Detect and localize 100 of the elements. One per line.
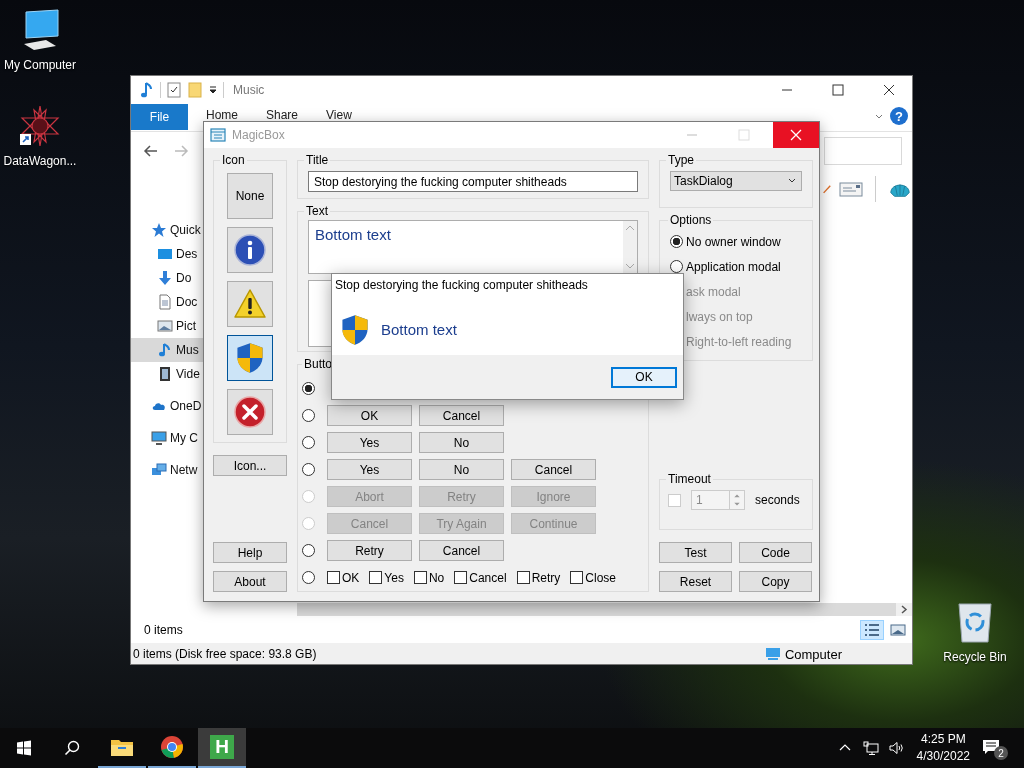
checkbox-label[interactable]: Retry [531,570,561,585]
status-text: 0 items (Disk free space: 93.8 GB) [133,647,317,661]
window-title: MagicBox [232,128,285,142]
desktop-icon-label[interactable]: DataWagon... [3,154,77,168]
preview-button[interactable]: Yes [327,432,412,453]
preview-button[interactable]: No [419,459,504,480]
shield-icon [341,313,369,346]
title-field[interactable]: Stop destorying the fucking computer shitheads [308,171,638,192]
radio-button[interactable] [302,544,315,557]
text-area[interactable]: Bottom text [308,220,638,274]
radio-button[interactable] [302,463,315,476]
speaker-icon[interactable] [888,740,905,756]
side-button[interactable]: About [213,571,287,592]
nav-item[interactable]: Pict [131,314,203,338]
radio-button[interactable] [302,436,315,449]
checkbox[interactable] [570,571,584,584]
radio-button[interactable] [670,260,683,273]
nav-item[interactable]: Vide [131,362,203,386]
window-app-icon [210,127,226,143]
preview-button[interactable]: Cancel [419,540,504,561]
dialog-title: Stop destorying the fucking computer shitheads [334,277,589,294]
icon-option-button[interactable] [227,227,273,273]
back-arrow-icon[interactable] [143,143,159,159]
nav-item[interactable]: My C [131,426,203,450]
action-button[interactable]: Test [659,542,732,563]
preview-button[interactable]: Cancel [511,459,596,480]
radio-button[interactable] [302,571,315,584]
starburst-shortcut-icon[interactable] [18,104,62,148]
caret-icon[interactable] [208,85,218,95]
checkbox[interactable] [454,571,468,584]
side-button[interactable]: Help [213,542,287,563]
clock-button[interactable]: 4:25 PM 4/30/2022 [916,731,970,765]
preview-button[interactable]: Cancel [419,405,504,426]
text-value: Bottom text [315,226,391,243]
nav-item[interactable]: Des [131,242,203,266]
window-title: Music [233,83,265,97]
ribbon-tab[interactable]: Share [248,104,299,122]
preview-button[interactable]: OK [327,405,412,426]
scrollbar-arrows-icon[interactable] [623,221,637,273]
nav-item[interactable]: Quick [131,218,203,242]
search-field[interactable] [824,137,902,165]
checkbox[interactable] [327,571,340,584]
notification-count: 2 [994,746,1008,760]
desktop-icon-label[interactable]: Recycle Bin [943,650,1007,664]
film-icon [157,366,173,382]
radio-button[interactable] [302,409,315,422]
file-menu-button[interactable]: File [131,104,188,130]
checkbox-label[interactable]: No [428,570,445,585]
ribbon-tab[interactable]: View [308,104,352,122]
view-mode-button[interactable] [860,619,884,640]
group-label: Options [669,213,713,227]
checklist-icon[interactable] [166,82,182,98]
nav-item[interactable]: Netw [131,458,203,482]
icon-option-button[interactable] [227,335,273,381]
checkbox-label[interactable]: OK [342,570,360,585]
type-dropdown[interactable]: TaskDialog [670,171,802,191]
icon-option-button[interactable] [227,281,273,327]
clock-time: 4:25 PM [920,731,966,748]
action-button[interactable]: Code [739,542,812,563]
checkbox-label[interactable]: Yes [384,570,404,585]
checkbox[interactable] [516,571,530,584]
computer-icon [151,430,167,446]
help-button[interactable]: ? [890,107,908,125]
option-label[interactable]: Application modal [686,259,781,274]
action-button[interactable]: Copy [739,571,812,592]
shield-icon [234,342,266,374]
checkbox-label[interactable]: Close [585,570,616,585]
preview-button[interactable]: Yes [327,459,412,480]
ok-button[interactable]: OK [611,366,677,388]
preview-button[interactable]: No [419,432,504,453]
nav-item[interactable]: OneD [131,394,203,418]
nav-item[interactable]: Mus [131,338,203,362]
action-button[interactable]: Reset [659,571,732,592]
checkbox[interactable] [413,571,427,584]
group-label: Timeout [667,472,712,486]
down-arrow-icon [157,270,173,286]
document-icon [157,294,173,310]
nav-item[interactable]: Doc [131,290,203,314]
network-icon[interactable] [862,740,879,756]
icon-browse-button[interactable]: Icon... [213,455,287,476]
ribbon-tab[interactable]: Home [188,104,238,122]
chevron-right-icon[interactable] [896,603,912,616]
icon-option-button[interactable]: None [227,173,273,219]
desktop-icon-label[interactable]: My Computer [4,58,76,72]
status-location: Computer [784,646,842,662]
preview-button[interactable]: Retry [327,540,412,561]
item-count: 0 items [144,622,183,637]
radio-button[interactable] [302,382,315,395]
radio-button[interactable] [670,235,683,248]
nav-item[interactable]: Do [131,266,203,290]
star-icon [151,222,167,238]
image-view-icon [889,621,907,638]
icon-option-button[interactable] [227,389,273,435]
network-icon [151,462,167,478]
notification-button[interactable]: 2 [982,736,1008,760]
music-note-icon [139,82,155,98]
checkbox-label[interactable]: Cancel [469,570,507,585]
horizontal-scrollbar[interactable] [297,603,896,616]
option-label[interactable]: No owner window [686,234,781,249]
checkbox[interactable] [369,571,383,584]
